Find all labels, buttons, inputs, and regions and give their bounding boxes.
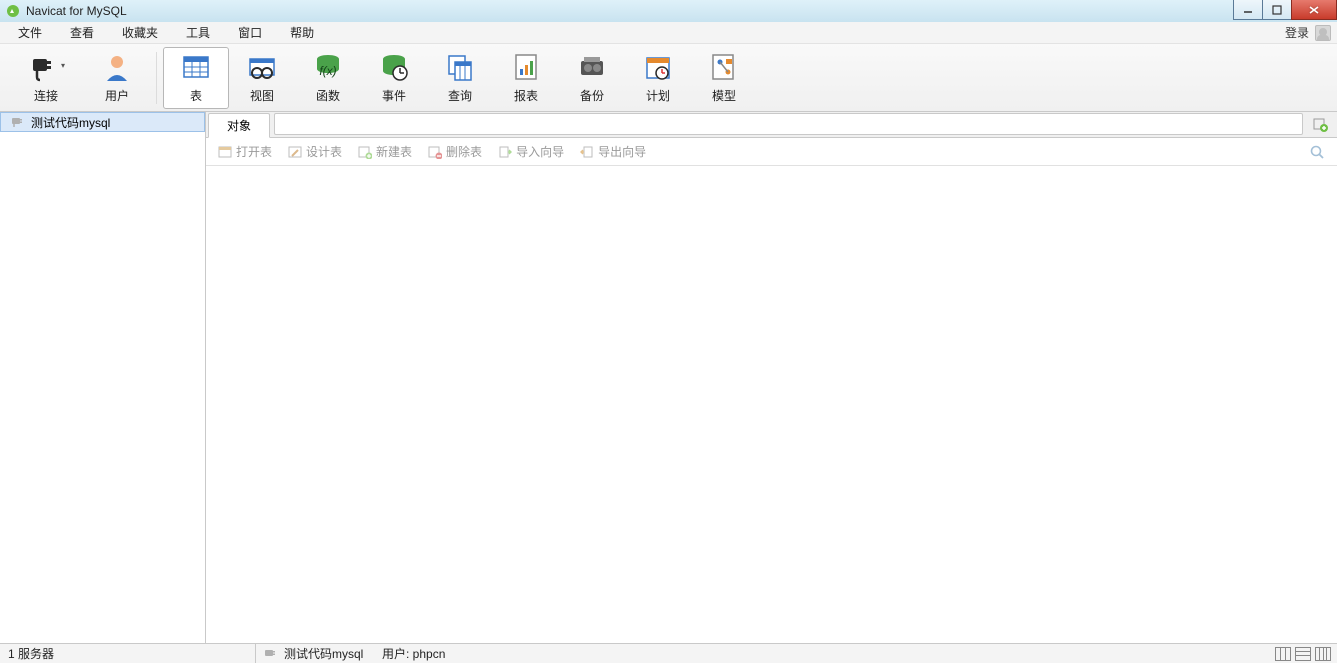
tool-model-label: 模型 (712, 87, 736, 104)
new-tab-icon[interactable] (1309, 113, 1331, 135)
object-toolbar: 打开表 设计表 新建表 删除表 导入向导 导出向导 (206, 138, 1337, 166)
close-button[interactable] (1291, 0, 1337, 20)
tool-report[interactable]: 报表 (493, 47, 559, 109)
action-design-table[interactable]: 设计表 (282, 141, 348, 162)
schedule-icon (642, 51, 674, 83)
app-icon (6, 4, 20, 18)
main-toolbar: ▾ 连接 用户 表 视图 f(x) 函数 事件 查询 (0, 44, 1337, 112)
action-export-label: 导出向导 (598, 143, 646, 160)
action-open-table[interactable]: 打开表 (212, 141, 278, 162)
action-search[interactable] (1303, 142, 1331, 162)
backup-icon (576, 51, 608, 83)
event-icon (378, 51, 410, 83)
tool-event-label: 事件 (382, 87, 406, 104)
tool-report-label: 报表 (514, 87, 538, 104)
function-icon: f(x) (312, 51, 344, 83)
status-server-count: 1 服务器 (0, 644, 256, 663)
menu-window[interactable]: 窗口 (224, 22, 276, 43)
tool-function-label: 函数 (316, 87, 340, 104)
tool-schedule-label: 计划 (646, 87, 670, 104)
status-connection: 测试代码mysql 用户: phpcn (256, 644, 453, 663)
view-icon (246, 51, 278, 83)
status-user: 用户: phpcn (382, 645, 445, 662)
tool-connect[interactable]: ▾ 连接 (8, 47, 84, 109)
minimize-button[interactable] (1233, 0, 1263, 20)
tool-user[interactable]: 用户 (84, 47, 150, 109)
menu-help[interactable]: 帮助 (276, 22, 328, 43)
status-bar: 1 服务器 测试代码mysql 用户: phpcn (0, 643, 1337, 663)
action-import-wizard[interactable]: 导入向导 (492, 141, 570, 162)
avatar-icon (1315, 25, 1331, 41)
tool-table-label: 表 (190, 87, 202, 104)
login-label: 登录 (1285, 24, 1309, 41)
tab-objects-label: 对象 (227, 117, 251, 134)
tool-backup[interactable]: 备份 (559, 47, 625, 109)
connection-name: 测试代码mysql (31, 114, 110, 131)
action-delete-label: 删除表 (446, 143, 482, 160)
connection-sidebar: 测试代码mysql (0, 112, 206, 643)
menu-favorites[interactable]: 收藏夹 (108, 22, 172, 43)
tool-backup-label: 备份 (580, 87, 604, 104)
tool-schedule[interactable]: 计划 (625, 47, 691, 109)
title-bar: Navicat for MySQL (0, 0, 1337, 22)
view-list-icon[interactable] (1295, 647, 1311, 661)
view-detail-icon[interactable] (1315, 647, 1331, 661)
tab-strip: 对象 (206, 112, 1337, 138)
action-export-wizard[interactable]: 导出向导 (574, 141, 652, 162)
menu-bar: 文件 查看 收藏夹 工具 窗口 帮助 登录 (0, 22, 1337, 44)
tool-user-label: 用户 (105, 87, 129, 104)
action-new-label: 新建表 (376, 143, 412, 160)
status-connection-name: 测试代码mysql (284, 645, 363, 662)
view-grid-icon[interactable] (1275, 647, 1291, 661)
table-icon (180, 51, 212, 83)
toolbar-separator (156, 52, 157, 104)
path-box[interactable] (274, 113, 1303, 135)
report-icon (510, 51, 542, 83)
connection-plug-icon (11, 115, 25, 129)
status-plug-icon (264, 647, 278, 661)
body-split: 测试代码mysql 对象 打开表 设计表 新建表 (0, 112, 1337, 643)
query-icon (444, 51, 476, 83)
tool-query-label: 查询 (448, 87, 472, 104)
tool-connect-label: 连接 (34, 87, 58, 104)
user-icon (101, 51, 133, 83)
menu-file[interactable]: 文件 (4, 22, 56, 43)
chevron-down-icon: ▾ (61, 61, 65, 70)
magnifier-icon (1309, 144, 1325, 160)
tool-model[interactable]: 模型 (691, 47, 757, 109)
model-icon (708, 51, 740, 83)
tab-objects[interactable]: 对象 (208, 113, 270, 138)
main-panel: 对象 打开表 设计表 新建表 删除表 (206, 112, 1337, 643)
menu-view[interactable]: 查看 (56, 22, 108, 43)
tool-table[interactable]: 表 (163, 47, 229, 109)
tool-view-label: 视图 (250, 87, 274, 104)
content-area (206, 166, 1337, 643)
tool-function[interactable]: f(x) 函数 (295, 47, 361, 109)
maximize-button[interactable] (1262, 0, 1292, 20)
window-title: Navicat for MySQL (26, 4, 127, 18)
action-design-label: 设计表 (306, 143, 342, 160)
login-area[interactable]: 登录 (1285, 24, 1337, 41)
tool-event[interactable]: 事件 (361, 47, 427, 109)
action-new-table[interactable]: 新建表 (352, 141, 418, 162)
action-delete-table[interactable]: 删除表 (422, 141, 488, 162)
svg-text:f(x): f(x) (319, 64, 336, 78)
connection-item[interactable]: 测试代码mysql (0, 112, 205, 132)
action-import-label: 导入向导 (516, 143, 564, 160)
window-controls (1234, 0, 1337, 20)
tool-query[interactable]: 查询 (427, 47, 493, 109)
action-open-label: 打开表 (236, 143, 272, 160)
plug-icon (27, 51, 59, 83)
tool-view[interactable]: 视图 (229, 47, 295, 109)
status-server-label: 1 服务器 (8, 645, 54, 662)
view-mode-switcher (1269, 647, 1337, 661)
menu-tools[interactable]: 工具 (172, 22, 224, 43)
